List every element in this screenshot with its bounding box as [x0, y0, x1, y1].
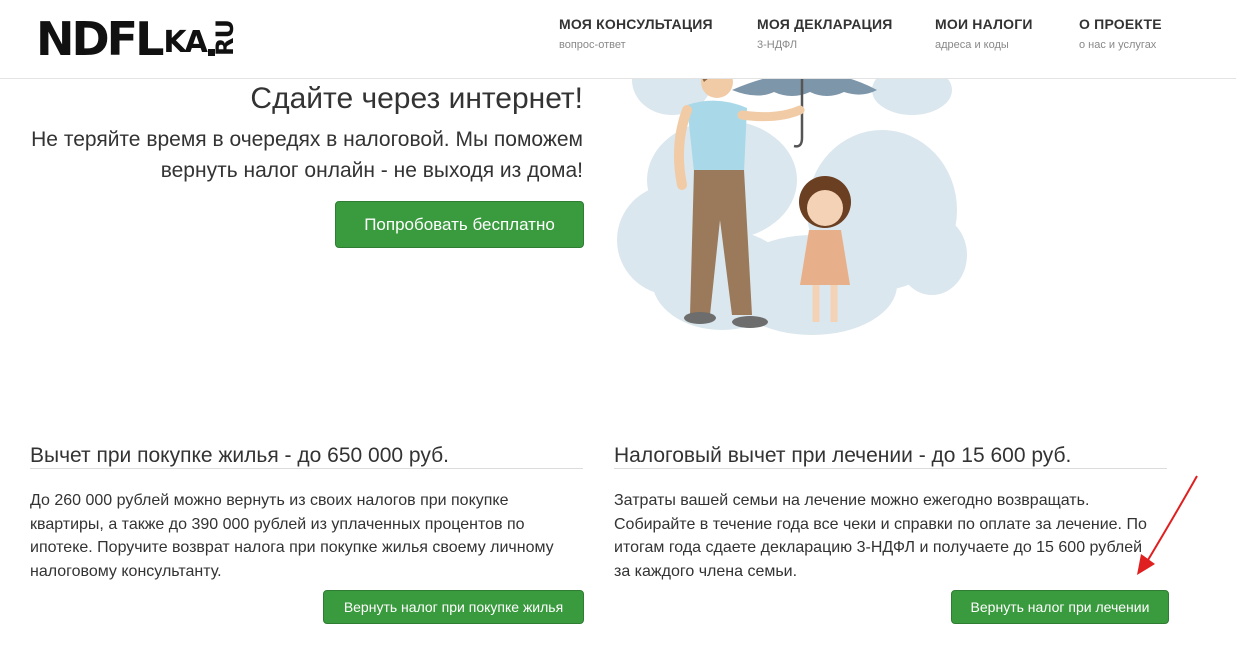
- annotation-arrow-icon: [1137, 475, 1198, 575]
- nav-item-title: МОЯ КОНСУЛЬТАЦИЯ: [559, 16, 713, 32]
- nav-item-taxes[interactable]: МОИ НАЛОГИ адреса и коды: [935, 16, 1033, 51]
- site-logo[interactable]: NDFL KA RU: [36, 10, 239, 66]
- section-text-housing: До 260 000 рублей можно вернуть из своих…: [30, 492, 554, 580]
- treatment-refund-button[interactable]: Вернуть налог при лечении: [951, 590, 1169, 624]
- hero-title: Сдайте через интернет!: [250, 82, 583, 115]
- hero-text: Не теряйте время в очередях в налоговой.…: [31, 128, 583, 182]
- logo-small-text: KA: [163, 25, 207, 60]
- nav-item-subtitle: о нас и услугах: [1079, 39, 1157, 51]
- section-divider: [30, 468, 583, 469]
- nav-item-title: О ПРОЕКТЕ: [1079, 16, 1162, 32]
- nav-item-about[interactable]: О ПРОЕКТЕ о нас и услугах: [1079, 16, 1162, 51]
- nav-item-consultation[interactable]: МОЯ КОНСУЛЬТАЦИЯ вопрос-ответ: [559, 16, 713, 51]
- nav-item-title: МОЯ ДЕКЛАРАЦИЯ: [757, 16, 893, 32]
- nav-item-title: МОИ НАЛОГИ: [935, 16, 1033, 32]
- hero-illustration: [617, 60, 967, 335]
- section-title-treatment: Налоговый вычет при лечении - до 15 600 …: [614, 444, 1072, 467]
- section-text-treatment: Затраты вашей семьи на лечение можно еже…: [614, 492, 1147, 580]
- nav-item-subtitle: 3-НДФЛ: [757, 39, 798, 51]
- site-header: NDFL KA RU МОЯ КОНСУЛЬТАЦИЯ вопрос-ответ…: [0, 0, 1236, 79]
- nav-item-subtitle: адреса и коды: [935, 39, 1009, 51]
- section-title-housing: Вычет при покупке жилья - до 650 000 руб…: [30, 444, 449, 467]
- try-free-button[interactable]: Попробовать бесплатно: [335, 201, 584, 248]
- nav-item-declaration[interactable]: МОЯ ДЕКЛАРАЦИЯ 3-НДФЛ: [757, 16, 892, 51]
- section-divider: [614, 468, 1167, 469]
- housing-refund-button[interactable]: Вернуть налог при покупке жилья: [323, 590, 584, 624]
- logo-main-text: NDFL: [36, 12, 164, 66]
- nav-item-subtitle: вопрос-ответ: [559, 39, 626, 51]
